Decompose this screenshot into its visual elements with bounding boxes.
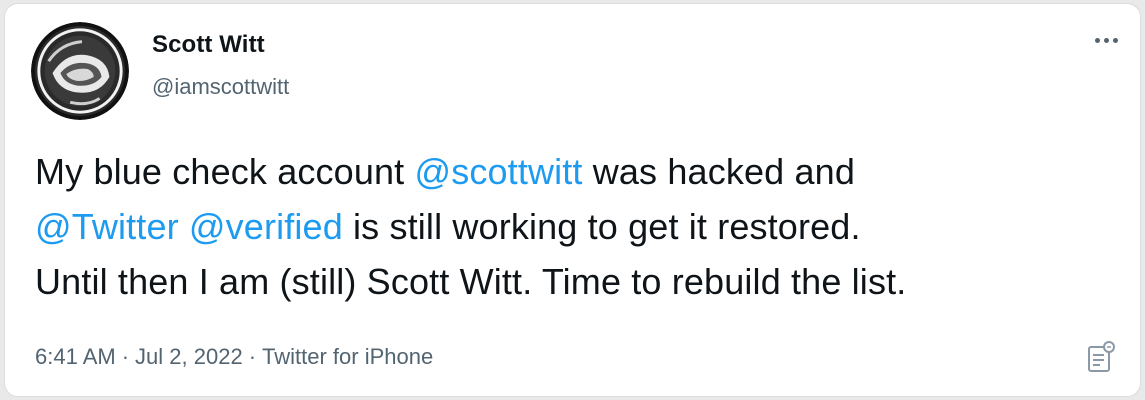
tweet-card: Scott Witt @iamscottwitt My blue check a… <box>4 3 1141 397</box>
tweet-line-1: My blue check account @scottwitt was hac… <box>35 144 1125 199</box>
tweet-source[interactable]: Twitter for iPhone <box>262 344 433 369</box>
tweet-line-2: @Twitter @verified is still working to g… <box>35 199 1125 254</box>
separator: · <box>248 344 257 369</box>
avatar[interactable] <box>31 22 129 120</box>
tweet-analytics-icon <box>1088 341 1115 372</box>
separator: · <box>121 344 130 369</box>
tweet-line-3: Until then I am (still) Scott Witt. Time… <box>35 261 907 302</box>
author-name[interactable]: Scott Witt <box>152 31 265 59</box>
avatar-icon <box>31 22 129 120</box>
tweet-text-segment: is still working to get it restored. <box>342 206 861 247</box>
tweet-analytics-button[interactable] <box>1086 338 1116 374</box>
tweet-text: My blue check account @scottwitt was hac… <box>35 144 1125 309</box>
tweet-text-segment: My blue check account <box>35 151 415 192</box>
tweet-text-segment: was hacked and <box>582 151 856 192</box>
tweet-text-segment <box>179 206 189 247</box>
tweet-metadata: 6:41 AM · Jul 2, 2022 · Twitter for iPhone <box>35 344 433 370</box>
author-handle[interactable]: @iamscottwitt <box>152 74 289 100</box>
more-options-button[interactable] <box>1088 30 1124 50</box>
more-horizontal-icon <box>1094 37 1100 43</box>
mention-link-twitter[interactable]: @Twitter <box>35 206 179 247</box>
mention-link-verified[interactable]: @verified <box>189 206 343 247</box>
tweet-date[interactable]: Jul 2, 2022 <box>135 344 243 369</box>
tweet-time[interactable]: 6:41 AM <box>35 344 116 369</box>
mention-link-scottwitt[interactable]: @scottwitt <box>415 151 583 192</box>
